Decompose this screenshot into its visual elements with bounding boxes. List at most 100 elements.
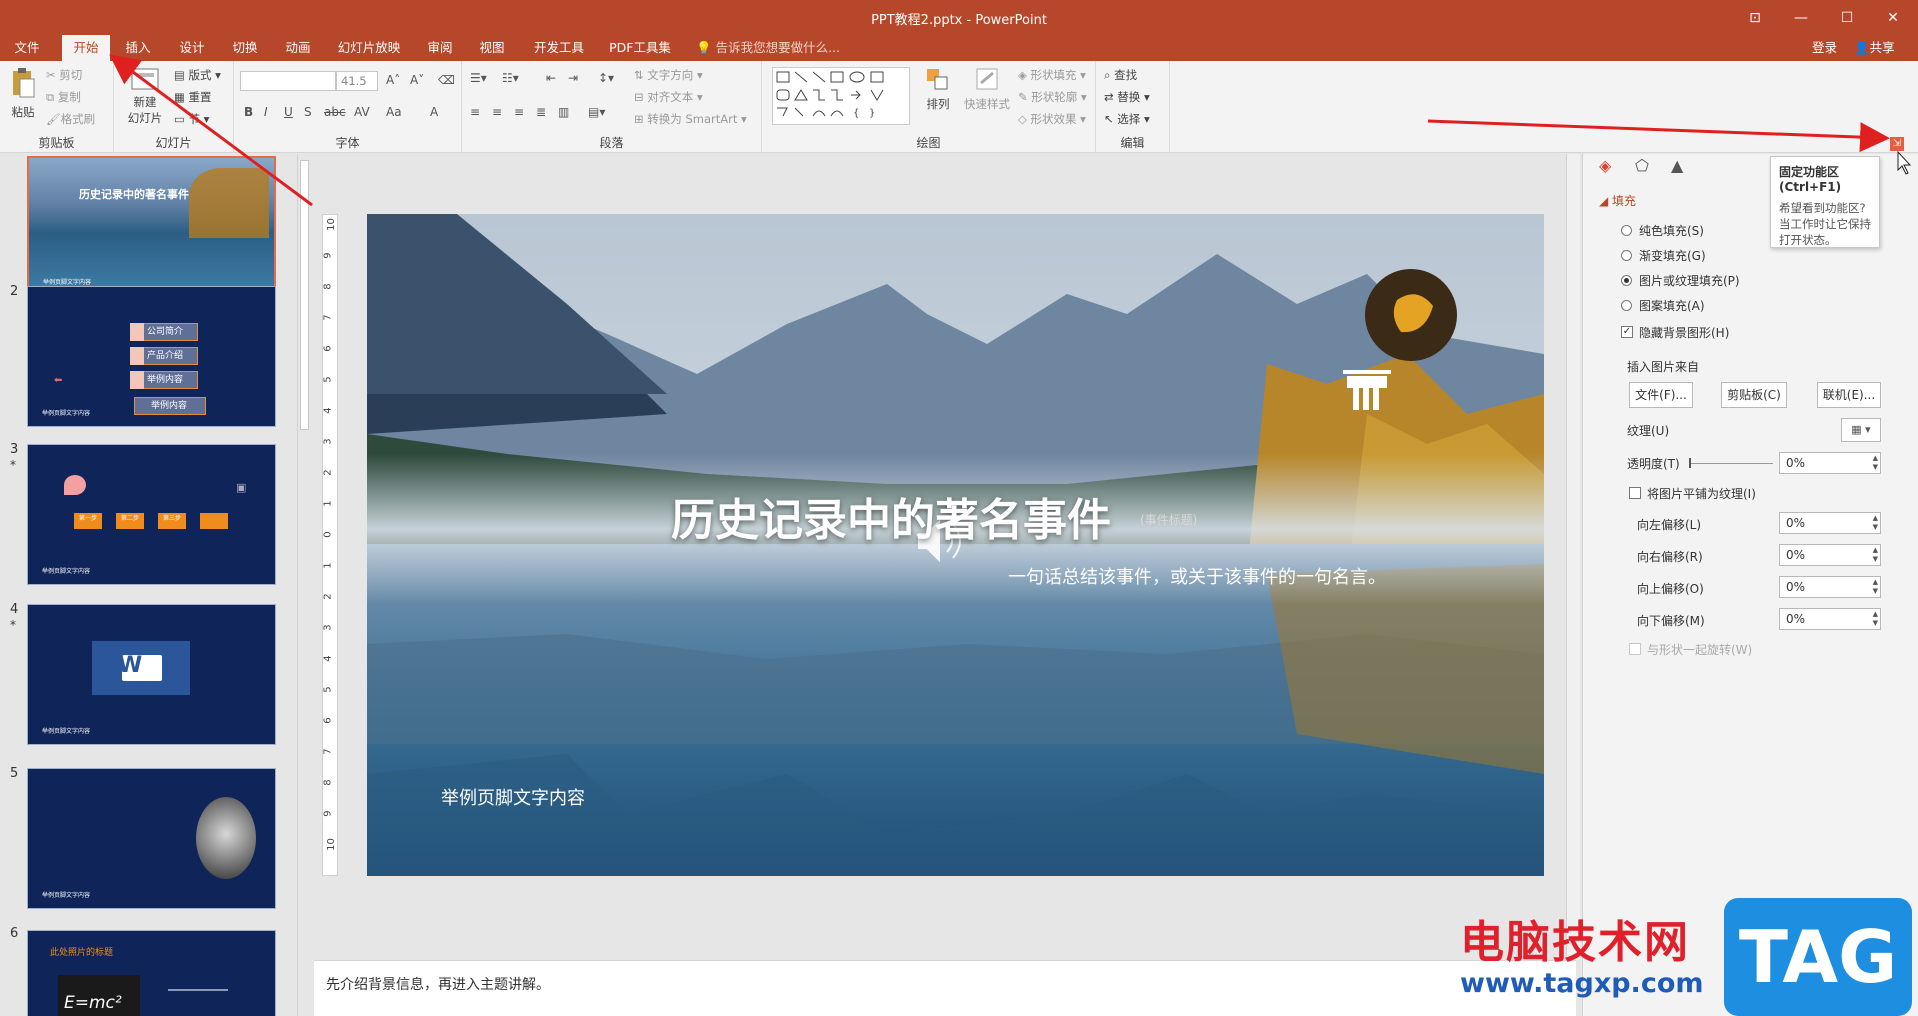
login-link[interactable]: 登录	[1812, 35, 1837, 61]
tab-slideshow[interactable]: 幻灯片放映	[330, 35, 408, 61]
bullets-icon[interactable]: ☰▾	[470, 71, 487, 85]
quick-styles-button[interactable]: 快速样式	[960, 67, 1014, 112]
drawing-group-label: 绘图	[916, 136, 941, 150]
tab-home[interactable]: 开始	[62, 35, 110, 61]
shadow-button[interactable]: S	[304, 105, 312, 119]
share-button[interactable]: 👤共享	[1854, 35, 1895, 61]
clear-format-icon[interactable]: ⌫	[438, 73, 455, 87]
title-bar: PPT教程2.pptx - PowerPoint ⊡ — ☐ ✕	[0, 0, 1918, 35]
tab-design[interactable]: 设计	[172, 35, 212, 61]
underline-button[interactable]: U	[284, 105, 293, 119]
offset-top-input[interactable]: 0% ▲ ▼	[1779, 576, 1881, 598]
minimize-button[interactable]: —	[1778, 0, 1824, 35]
slide-subtitle[interactable]: 一句话总结该事件，或关于该事件的一句名言。	[1007, 566, 1387, 589]
layout-button[interactable]: ▤ 版式 ▾	[174, 67, 221, 83]
bold-button[interactable]: B	[244, 105, 253, 119]
find-button[interactable]: ⌕ 查找	[1104, 67, 1137, 83]
online-button[interactable]: 联机(E)...	[1817, 382, 1881, 408]
char-spacing-button[interactable]: AV	[354, 105, 370, 119]
indent-increase-icon[interactable]: ⇥	[568, 71, 578, 85]
tab-insert[interactable]: 插入	[118, 35, 158, 61]
hide-bg-checkbox[interactable]: ✓	[1621, 326, 1633, 338]
arrange-button[interactable]: 排列	[918, 67, 958, 112]
thumbnails-scrollbar[interactable]	[297, 154, 311, 1016]
tab-pdf-tools[interactable]: PDF工具集	[604, 35, 676, 61]
gradient-fill-radio[interactable]	[1621, 250, 1632, 261]
slide-scrollbar[interactable]	[1566, 154, 1580, 960]
ruler-number: 3	[322, 624, 334, 631]
current-slide[interactable]: 历史记录中的著名事件 (事件标题) 一句话总结该事件，或关于该事件的一句名言。 …	[367, 214, 1544, 876]
shape-fill-button[interactable]: ◈ 形状填充 ▾	[1018, 67, 1086, 83]
offset-bottom-input[interactable]: 0% ▲ ▼	[1779, 608, 1881, 630]
texture-picker[interactable]: ▦ ▾	[1841, 418, 1881, 442]
tab-animations[interactable]: 动画	[278, 35, 318, 61]
effects-tab-icon[interactable]: ⬠	[1635, 156, 1649, 175]
picture-tab-icon[interactable]: ▲	[1671, 156, 1683, 175]
offset-right-input[interactable]: 0% ▲ ▼	[1779, 544, 1881, 566]
font-family-combo[interactable]	[240, 71, 336, 91]
tell-me-search[interactable]: 💡 告诉我您想要做什么...	[696, 35, 840, 61]
maximize-button[interactable]: ☐	[1824, 0, 1870, 35]
text-direction-menu-icon[interactable]: ▤▾	[588, 105, 605, 119]
pattern-fill-radio[interactable]	[1621, 300, 1632, 311]
columns-icon[interactable]: ▥	[558, 105, 569, 119]
select-button[interactable]: ↖ 选择 ▾	[1104, 111, 1150, 127]
transparency-slider[interactable]	[1689, 463, 1773, 464]
format-painter-button[interactable]: 🖌格式刷	[46, 111, 95, 127]
group-clipboard: 粘贴 ✂ 剪切 ⧉ 复制 🖌格式刷 剪贴板	[0, 61, 114, 153]
tab-view[interactable]: 视图	[472, 35, 512, 61]
tab-developer[interactable]: 开发工具	[528, 35, 590, 61]
numbering-icon[interactable]: ☷▾	[502, 71, 519, 85]
picture-fill-radio[interactable]	[1621, 275, 1632, 286]
reset-button[interactable]: ▦ 重置	[174, 89, 212, 105]
font-color-button[interactable]: A	[430, 105, 438, 119]
line-spacing-icon[interactable]: ↕▾	[598, 71, 614, 85]
shrink-font-icon[interactable]: A˅	[410, 73, 424, 87]
ruler-number: 5	[322, 686, 334, 693]
ribbon-display-button[interactable]: ⊡	[1732, 0, 1778, 35]
arrange-icon	[927, 69, 948, 90]
smartart-button[interactable]: ⊞ 转换为 SmartArt ▾	[634, 111, 747, 127]
align-right-icon[interactable]: ≡	[514, 105, 524, 119]
tab-file[interactable]: 文件	[8, 35, 46, 61]
file-button[interactable]: 文件(F)...	[1629, 382, 1693, 408]
new-slide-button[interactable]: 新建 幻灯片	[122, 67, 168, 126]
tile-checkbox[interactable]	[1629, 487, 1641, 499]
paste-button[interactable]: 粘贴	[6, 67, 40, 120]
indent-decrease-icon[interactable]: ⇤	[546, 71, 556, 85]
tab-transitions[interactable]: 切换	[225, 35, 265, 61]
offset-left-input[interactable]: 0% ▲ ▼	[1779, 512, 1881, 534]
slide-footer[interactable]: 举例页脚文字内容	[441, 784, 585, 810]
clipboard-button[interactable]: 剪贴板(C)	[1721, 382, 1787, 408]
cut-button[interactable]: ✂ 剪切	[46, 67, 82, 83]
font-group-label: 字体	[335, 136, 360, 150]
align-center-icon[interactable]: ≡	[492, 105, 502, 119]
font-size-combo[interactable]: 41.5	[336, 71, 378, 91]
shape-effects-button[interactable]: ◇ 形状效果 ▾	[1018, 111, 1086, 127]
notes-pane[interactable]: 先介绍背景信息，再进入主题讲解。	[314, 960, 1576, 1016]
rotate-with-shape-checkbox[interactable]	[1629, 643, 1641, 655]
italic-button[interactable]: I	[264, 105, 268, 119]
solid-fill-radio[interactable]	[1621, 225, 1632, 236]
fill-tab-icon[interactable]: ◈	[1599, 156, 1611, 175]
align-text-button[interactable]: ⊟ 对齐文本 ▾	[634, 89, 703, 105]
tab-review[interactable]: 审阅	[420, 35, 460, 61]
transparency-input[interactable]: 0% ▲ ▼	[1779, 452, 1881, 474]
close-button[interactable]: ✕	[1870, 0, 1916, 35]
fill-section-header[interactable]: ◢ 填充	[1599, 192, 1636, 209]
pin-ribbon-icon[interactable]: ⇲	[1890, 137, 1904, 151]
align-left-icon[interactable]: ≡	[470, 105, 480, 119]
change-case-button[interactable]: Aa	[386, 105, 402, 119]
shape-outline-button[interactable]: ✎ 形状轮廓 ▾	[1018, 89, 1087, 105]
transparency-slider-thumb[interactable]	[1689, 458, 1691, 468]
quick-styles-icon	[976, 68, 998, 90]
replace-button[interactable]: ⇄ 替换 ▾	[1104, 89, 1150, 105]
grow-font-icon[interactable]: A˄	[386, 73, 400, 87]
justify-icon[interactable]: ≣	[536, 105, 546, 119]
text-direction-button[interactable]: ⇅ 文字方向 ▾	[634, 67, 703, 83]
copy-button[interactable]: ⧉ 复制	[46, 89, 81, 105]
strikethrough-button[interactable]: abc	[324, 105, 346, 119]
slide-title[interactable]: 历史记录中的著名事件	[671, 484, 1111, 548]
section-button[interactable]: ▭ 节 ▾	[174, 111, 209, 127]
shapes-gallery[interactable]: {}	[772, 67, 910, 125]
